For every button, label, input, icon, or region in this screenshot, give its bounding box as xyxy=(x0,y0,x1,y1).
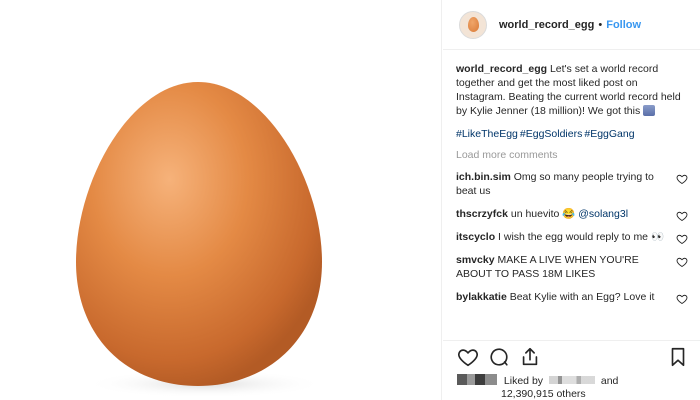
comment-username[interactable]: smvcky xyxy=(456,254,495,266)
comment-text: Beat Kylie with an Egg? Love it xyxy=(509,291,655,303)
like-comment-heart-icon[interactable] xyxy=(676,256,688,268)
post-media[interactable] xyxy=(0,0,442,400)
hashtag-link[interactable]: #EggSoldiers xyxy=(520,128,582,140)
like-comment-heart-icon[interactable] xyxy=(676,233,688,245)
likes-count[interactable]: 12,390,915 others xyxy=(501,388,586,400)
hashtag-link[interactable]: #LikeTheEgg xyxy=(456,128,518,140)
comment-item: itscyclo I wish the egg would reply to m… xyxy=(456,230,688,245)
post-caption: world_record_egg Let's set a world recor… xyxy=(456,62,688,118)
caption-username[interactable]: world_record_egg xyxy=(456,63,547,75)
hashtag-list: #LikeTheEgg #EggSoldiers #EggGang xyxy=(456,128,688,140)
load-more-comments-button[interactable]: Load more comments xyxy=(456,149,688,161)
likes-summary: Liked by and 12,390,915 others xyxy=(457,374,689,400)
avatar[interactable] xyxy=(459,10,487,39)
likes-prefix: Liked by xyxy=(503,375,544,387)
like-comment-heart-icon[interactable] xyxy=(676,173,688,185)
hashtag-link[interactable]: #EggGang xyxy=(584,128,634,140)
comment-text: un huevito 😂 xyxy=(510,208,576,220)
egg-avatar-icon xyxy=(467,17,479,32)
comment-item: ich.bin.sim Omg so many people trying to… xyxy=(456,170,688,198)
blurred-username[interactable] xyxy=(548,376,595,384)
header-username[interactable]: world_record_egg xyxy=(499,19,594,31)
comment-username[interactable]: ich.bin.sim xyxy=(456,171,511,183)
comment-icon[interactable] xyxy=(488,346,510,368)
comment-username[interactable]: thscrzyfck xyxy=(456,208,508,220)
emoji-icon xyxy=(643,105,656,116)
comment-item: bylakkatie Beat Kylie with an Egg? Love … xyxy=(456,290,688,305)
follow-button[interactable]: Follow xyxy=(606,19,641,31)
comment-username[interactable]: bylakkatie xyxy=(456,291,507,303)
comment-text: I wish the egg would reply to me 👀 xyxy=(498,231,665,243)
heart-icon[interactable] xyxy=(457,346,479,368)
bookmark-icon[interactable] xyxy=(667,346,689,368)
like-comment-heart-icon[interactable] xyxy=(676,293,688,305)
action-bar xyxy=(457,346,689,370)
egg-photo[interactable] xyxy=(0,0,442,400)
comment-item: thscrzyfck un huevito 😂 @solang3l xyxy=(456,207,688,222)
separator-dot: • xyxy=(598,18,603,31)
post-header: world_record_egg • Follow xyxy=(443,0,700,50)
post-side-panel: world_record_egg • Follow world_record_e… xyxy=(443,0,700,400)
divider xyxy=(443,340,700,341)
comment-mention[interactable]: @solang3l xyxy=(578,208,628,220)
comment-item: smvcky MAKE A LIVE WHEN YOU'RE ABOUT TO … xyxy=(456,253,688,281)
comments-section: world_record_egg Let's set a world recor… xyxy=(456,62,688,305)
comment-username[interactable]: itscyclo xyxy=(456,231,495,243)
share-icon[interactable] xyxy=(519,346,541,368)
liker-avatars[interactable] xyxy=(457,374,497,385)
likes-suffix: and xyxy=(600,375,619,387)
like-comment-heart-icon[interactable] xyxy=(676,210,688,222)
